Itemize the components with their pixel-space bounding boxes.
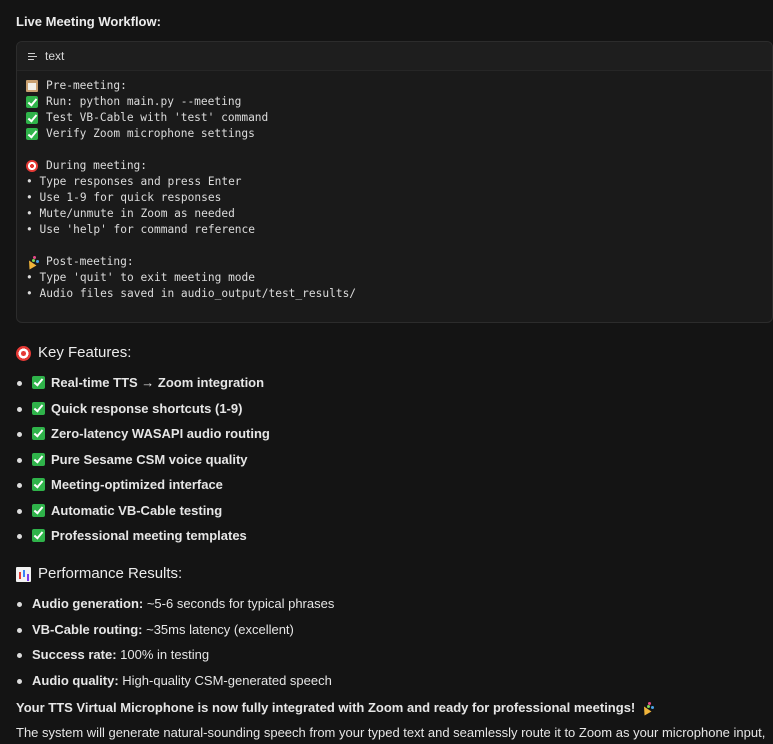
workflow-title: Live Meeting Workflow: [16, 14, 161, 29]
code-line-text: • Type 'quit' to exit meeting mode [26, 271, 256, 284]
check-icon [32, 376, 45, 390]
performance-item-value: 100% in testing [116, 647, 210, 663]
performance-item-label: VB-Cable routing: [32, 621, 143, 637]
feature-item: Zero-latency WASAPI audio routing [16, 421, 270, 447]
code-line-text: • Mute/unmute in Zoom as needed [26, 207, 235, 220]
feature-item-text: Quick response shortcuts (1-9) [51, 400, 243, 416]
code-line-text: • Use 1-9 for quick responses [26, 191, 222, 204]
summary-body-line: The system will generate natural-soundin… [16, 725, 766, 740]
code-line: During meeting: [26, 158, 772, 174]
feature-item-text: Professional meeting templates [51, 528, 247, 544]
performance-item: Audio quality: High-quality CSM-generate… [16, 668, 334, 694]
code-line-text: • Audio files saved in audio_output/test… [26, 287, 357, 300]
code-content[interactable]: Pre-meeting: Run: python main.py --meetin… [17, 71, 772, 302]
code-block-header: text [17, 42, 772, 71]
target-icon [26, 160, 38, 172]
summary-bold-line: Your TTS Virtual Microphone is now fully… [16, 699, 653, 717]
check-icon [26, 96, 38, 108]
summary-bold-text: Your TTS Virtual Microphone is now fully… [16, 700, 636, 715]
bar-chart-icon [16, 566, 31, 582]
clipboard-icon [26, 80, 38, 92]
text-lines-icon [28, 52, 37, 61]
code-line: • Type 'quit' to exit meeting mode [26, 270, 772, 286]
party-popper-icon [26, 256, 38, 268]
code-line: • Use 1-9 for quick responses [26, 190, 772, 206]
check-icon [32, 427, 45, 441]
feature-item-text: Real-time TTS → Zoom integration [51, 375, 265, 391]
feature-item-text: Automatic VB-Cable testing [51, 502, 223, 518]
code-line: • Audio files saved in audio_output/test… [26, 286, 772, 302]
code-line: Verify Zoom microphone settings [26, 126, 772, 142]
party-popper-icon [641, 702, 653, 714]
feature-item: Automatic VB-Cable testing [16, 498, 270, 524]
performance-item: Audio generation: ~5-6 seconds for typic… [16, 591, 334, 617]
performance-item-value: High-quality CSM-generated speech [118, 672, 332, 688]
performance-item-value: ~35ms latency (excellent) [142, 621, 294, 637]
feature-item: Real-time TTS → Zoom integration [16, 370, 270, 396]
target-icon [16, 345, 31, 361]
performance-item: VB-Cable routing: ~35ms latency (excelle… [16, 617, 334, 643]
code-line: Run: python main.py --meeting [26, 94, 772, 110]
code-line-text: Verify Zoom microphone settings [46, 127, 255, 140]
performance-item-label: Success rate: [32, 647, 117, 663]
check-icon [26, 112, 38, 124]
code-line: • Mute/unmute in Zoom as needed [26, 206, 772, 222]
code-line-text: • Use 'help' for command reference [26, 223, 256, 236]
feature-item-text: Pure Sesame CSM voice quality [51, 451, 248, 467]
code-line: Test VB-Cable with 'test' command [26, 110, 772, 126]
check-icon [32, 503, 45, 517]
code-line-text: Run: python main.py --meeting [46, 95, 242, 108]
code-line: Pre-meeting: [26, 78, 772, 94]
performance-list: Audio generation: ~5-6 seconds for typic… [16, 591, 334, 693]
performance-item-value: ~5-6 seconds for typical phrases [143, 596, 335, 612]
feature-item: Meeting-optimized interface [16, 472, 270, 498]
code-line-text: • Type responses and press Enter [26, 175, 242, 188]
check-icon [26, 128, 38, 140]
feature-item: Quick response shortcuts (1-9) [16, 396, 270, 422]
feature-item: Professional meeting templates [16, 523, 270, 549]
code-block[interactable]: text Pre-meeting: Run: python main.py --m… [16, 41, 773, 323]
features-heading: Key Features: [16, 343, 131, 363]
features-list: Real-time TTS → Zoom integration Quick re… [16, 370, 270, 549]
features-heading-text: Key Features: [38, 344, 132, 361]
code-line-text: Post-meeting: [46, 255, 134, 268]
code-line: • Use 'help' for command reference [26, 222, 772, 238]
performance-heading-text: Performance Results: [38, 565, 183, 582]
performance-item: Success rate: 100% in testing [16, 642, 334, 668]
feature-item: Pure Sesame CSM voice quality [16, 447, 270, 473]
code-line: Post-meeting: [26, 254, 772, 270]
performance-item-label: Audio quality: [32, 672, 119, 688]
code-language-label: text [45, 49, 65, 63]
check-icon [32, 401, 45, 415]
feature-item-text: Meeting-optimized interface [51, 477, 223, 493]
feature-item-text: Zero-latency WASAPI audio routing [51, 426, 270, 442]
performance-heading: Performance Results: [16, 564, 182, 584]
check-icon [32, 452, 45, 466]
code-line-text: Pre-meeting: [46, 79, 127, 92]
code-line-text: Test VB-Cable with 'test' command [46, 111, 269, 124]
check-icon [32, 529, 45, 543]
code-line: • Type responses and press Enter [26, 174, 772, 190]
performance-item-label: Audio generation: [32, 596, 144, 612]
check-icon [32, 478, 45, 492]
code-line-text: During meeting: [46, 159, 148, 172]
